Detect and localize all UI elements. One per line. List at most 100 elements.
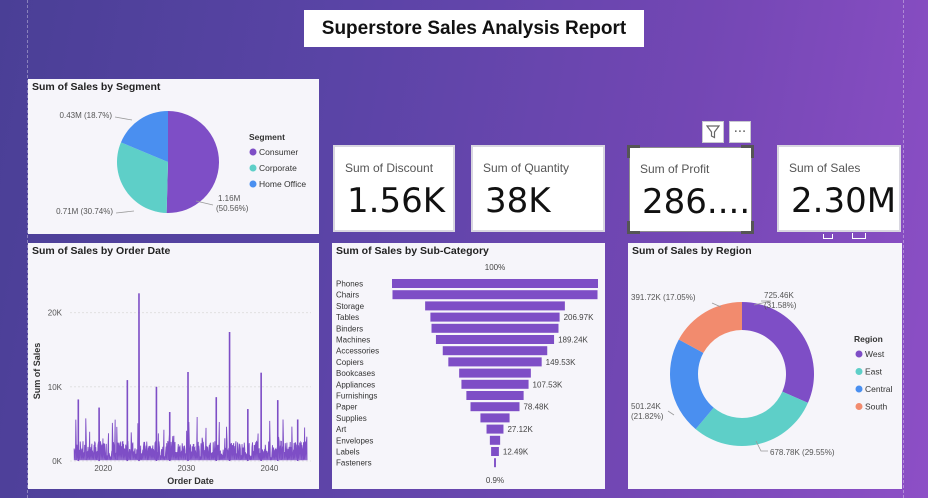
data-label: 725.46K: [764, 291, 794, 300]
leader-line: [115, 210, 135, 214]
legend-marker: [855, 403, 863, 410]
resize-handle-tr[interactable]: [741, 145, 754, 158]
filter-button[interactable]: [702, 121, 724, 143]
kpi-label: Sum of Quantity: [483, 161, 570, 175]
funnel-bar: [480, 413, 510, 423]
more-options-button[interactable]: ···: [729, 121, 751, 143]
kpi-label: Sum of Sales: [789, 161, 861, 175]
funnel-bar: [461, 379, 529, 389]
segment-pie: 1.16M(50.56%) 0.71M (30.74%) 0.43M (18.7%)…: [56, 111, 306, 216]
x-axis-title: Order Date: [167, 476, 214, 486]
funnel-data-label: 189.24K: [558, 336, 588, 345]
x-tick-label: 2040: [261, 464, 279, 473]
kpi-value: 1.56K: [347, 181, 445, 221]
report-title-box: Superstore Sales Analysis Report: [304, 10, 644, 47]
order-date-chart: 0K 10K 20K 2020 2030 2040 Order Date Sum of Sal…: [32, 293, 311, 486]
report-title: Superstore Sales Analysis Report: [321, 17, 627, 39]
legend-marker: [855, 368, 863, 375]
region-panel[interactable]: Sum of Sales by Region 725.46K (31.58%) 67…: [628, 243, 902, 489]
funnel-top-pct: 100%: [485, 263, 505, 272]
resize-handle-br[interactable]: [741, 221, 754, 234]
expand-icon[interactable]: [852, 233, 866, 239]
funnel-data-label: 206.97K: [564, 313, 594, 322]
kpi-card-profit[interactable]: Sum of Profit 286....: [627, 145, 754, 234]
funnel-data-label: 107.53K: [533, 380, 563, 389]
legend-marker: [855, 385, 863, 393]
funnel-category-label: Phones: [336, 280, 363, 289]
funnel-bar: [392, 279, 598, 288]
funnel-category-label: Tables: [336, 313, 359, 322]
funnel-bar: [430, 312, 560, 322]
funnel-bar: [425, 301, 565, 311]
funnel-bar: [494, 458, 496, 468]
segment-panel[interactable]: Sum of Sales by Segment 1.16M (50.56%) 0.7…: [28, 79, 319, 234]
kpi-card-sales[interactable]: Sum of Sales 2.30M: [777, 145, 901, 232]
funnel-category-label: Furnishings: [336, 392, 377, 401]
funnel-category-label: Art: [336, 425, 347, 434]
more-options-icon: ···: [733, 124, 747, 140]
region-chart: 725.46K(31.58%) 678.78K (29.55%) 501.24K(2…: [631, 291, 893, 457]
data-label: (31.58%): [764, 301, 797, 310]
order-date-panel[interactable]: Sum of Sales by Order Date 0K 10K 20K 2020 2…: [28, 243, 319, 489]
legend-item: East: [865, 367, 883, 377]
funnel-bar: [431, 323, 559, 333]
funnel-bar: [470, 402, 520, 412]
funnel-category-label: Accessories: [336, 347, 379, 356]
legend-item: South: [865, 402, 887, 412]
funnel-bar: [489, 435, 501, 445]
funnel-category-label: Labels: [336, 448, 360, 457]
kpi-value: 38K: [485, 181, 551, 221]
subcategory-chart: 100% 0.9% Phones Chairs Storage Tables 206.97K…: [336, 263, 598, 485]
funnel-category-label: Bookcases: [336, 369, 375, 378]
kpi-value: 286....: [642, 182, 751, 222]
y-tick-label: 10K: [48, 383, 63, 392]
kpi-label: Sum of Profit: [640, 162, 710, 176]
funnel-bar: [466, 391, 524, 400]
donut-slice-east: [695, 391, 808, 446]
funnel-bar: [486, 424, 504, 434]
resize-handle-tl[interactable]: [627, 145, 640, 158]
legend-item: Corporate: [259, 163, 297, 173]
funnel-category-label: Copiers: [336, 358, 364, 367]
subcategory-panel[interactable]: Sum of Sales by Sub-Category 100% 0.9% Pho…: [332, 243, 605, 489]
focus-mode-icon[interactable]: [823, 234, 833, 239]
legend-marker: [249, 180, 257, 188]
legend-marker: [249, 164, 257, 172]
funnel-category-label: Appliances: [336, 380, 375, 389]
funnel-bar: [435, 335, 555, 344]
funnel-category-label: Storage: [336, 302, 365, 311]
subcategory-funnel: 100% 0.9% Phones Chairs Storage Tables 206.97K…: [336, 263, 598, 485]
data-label: (50.56%): [216, 204, 249, 213]
data-label: (21.82%): [631, 412, 664, 421]
x-tick-label: 2020: [94, 464, 112, 473]
funnel-bar: [459, 368, 531, 378]
funnel-bar: [448, 357, 542, 367]
filter-icon: [706, 125, 720, 139]
funnel-bar: [442, 346, 548, 356]
funnel-data-label: 27.12K: [507, 425, 533, 434]
y-tick-label: 0K: [52, 457, 62, 466]
leader-line: [195, 200, 214, 206]
kpi-card-quantity[interactable]: Sum of Quantity 38K: [471, 145, 605, 232]
legend-item: West: [865, 349, 885, 359]
pie-slice-consumer: [166, 111, 219, 213]
legend-marker: [249, 148, 257, 156]
y-axis-title: Sum of Sales: [32, 343, 42, 400]
order-date-line: 0K 10K 20K 2020 2030 2040 Order Date Sum of Sal…: [32, 293, 311, 486]
leader-line: [114, 116, 133, 121]
resize-handle-bl[interactable]: [627, 221, 640, 234]
funnel-category-label: Machines: [336, 336, 370, 345]
donut-slice-west: [742, 302, 814, 403]
region-donut: 725.46K(31.58%) 678.78K (29.55%) 501.24K(2…: [631, 291, 893, 457]
funnel-category-label: Binders: [336, 324, 363, 333]
data-label: 1.16M: [218, 194, 241, 203]
legend-item: Central: [865, 384, 893, 394]
data-label: 0.43M (18.7%): [60, 111, 113, 120]
x-tick-label: 2030: [177, 464, 195, 473]
funnel-bottom-pct: 0.9%: [486, 476, 504, 485]
funnel-category-label: Chairs: [336, 291, 359, 300]
funnel-category-label: Supplies: [336, 414, 367, 423]
funnel-data-label: 12.49K: [503, 448, 529, 457]
leader-line: [667, 410, 675, 416]
kpi-card-discount[interactable]: Sum of Discount 1.56K: [333, 145, 455, 232]
